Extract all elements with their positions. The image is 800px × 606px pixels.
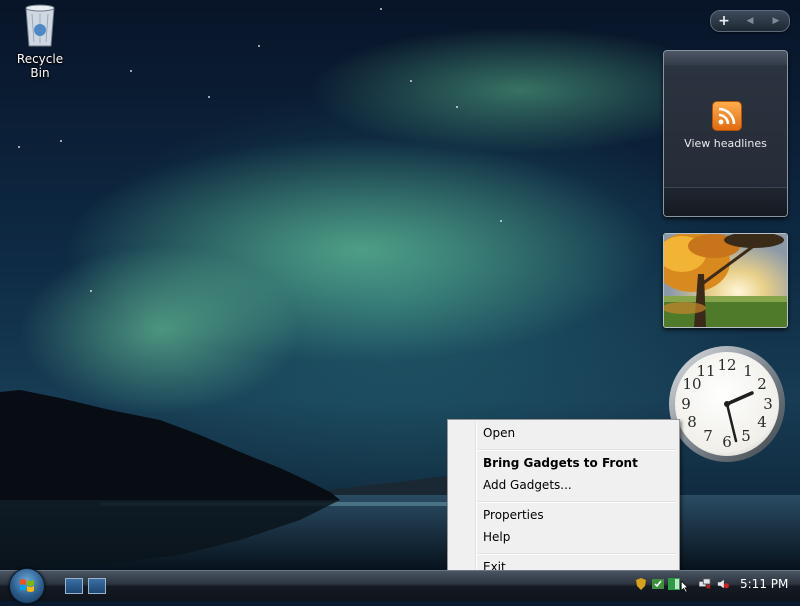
clock-numeral: 6: [722, 433, 732, 451]
clock-numeral: 1: [743, 362, 753, 380]
previous-page-button[interactable]: ◀: [740, 16, 760, 26]
volume-muted-icon[interactable]: [717, 578, 729, 590]
recycle-bin-label: Recycle Bin: [16, 52, 64, 80]
sidebar-controls: + ◀ ▶: [710, 10, 790, 32]
menu-item-properties[interactable]: Properties: [450, 504, 677, 526]
windows-logo-icon: [20, 579, 34, 592]
recycle-bin-icon: [25, 4, 55, 47]
feed-headlines-gadget[interactable]: View headlines: [663, 50, 788, 217]
slideshow-photo: [664, 234, 787, 327]
menu-item-open[interactable]: Open: [450, 422, 677, 444]
clock-gadget[interactable]: 12 1 2 3 4 5 6 7 8 9 10 11: [666, 343, 788, 465]
taskbar: [0, 568, 800, 604]
show-desktop-icon[interactable]: [65, 578, 83, 594]
gadget-footer: [664, 187, 787, 216]
analog-clock-face: 12 1 2 3 4 5 6 7 8 9 10 11: [669, 346, 785, 462]
add-gadget-button[interactable]: +: [714, 13, 734, 29]
taskbar-clock[interactable]: 5:11 PM: [740, 577, 788, 591]
mouse-cursor-icon: [680, 581, 689, 593]
menu-item-add-gadgets[interactable]: Add Gadgets...: [450, 474, 677, 496]
menu-separator: [478, 553, 676, 555]
slideshow-gadget[interactable]: [663, 233, 788, 328]
view-headlines-link[interactable]: View headlines: [664, 137, 787, 150]
start-button[interactable]: [9, 568, 45, 604]
gadget-context-menu: Open Bring Gadgets to Front Add Gadgets.…: [447, 419, 680, 583]
clock-numeral: 3: [763, 395, 773, 413]
windows-defender-icon[interactable]: [652, 578, 664, 590]
gadget-header: [664, 51, 787, 65]
clock-numeral: 2: [757, 375, 767, 393]
menu-separator: [478, 501, 676, 503]
recycle-bin-shortcut[interactable]: Recycle Bin: [6, 4, 74, 80]
clock-numeral: 9: [681, 395, 691, 413]
clock-numeral: 7: [703, 427, 713, 445]
network-icon[interactable]: [699, 578, 711, 590]
switch-windows-icon[interactable]: [88, 578, 106, 594]
rss-icon: [712, 101, 742, 131]
menu-item-bring-gadgets-to-front[interactable]: Bring Gadgets to Front: [450, 452, 677, 474]
security-shield-icon[interactable]: [635, 578, 647, 590]
clock-numeral: 8: [687, 413, 697, 431]
menu-item-help[interactable]: Help: [450, 526, 677, 548]
menu-separator: [478, 449, 676, 451]
next-page-button[interactable]: ▶: [766, 16, 786, 26]
clock-numeral: 12: [717, 356, 736, 374]
clock-numeral: 5: [741, 427, 751, 445]
clock-numeral: 11: [696, 362, 715, 380]
clock-numeral: 4: [757, 413, 767, 431]
